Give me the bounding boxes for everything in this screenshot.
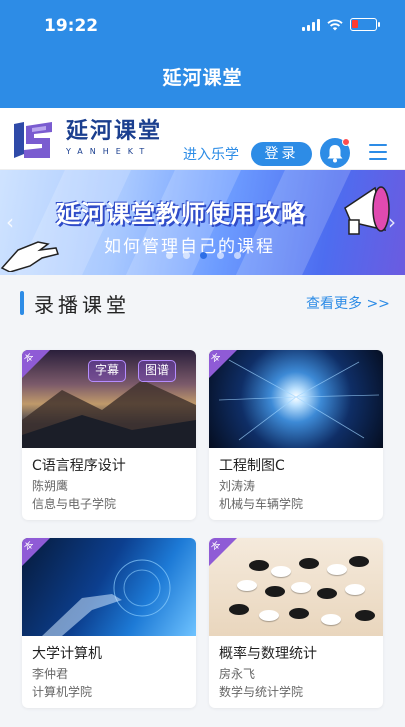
course-teacher: 刘涛涛: [219, 479, 256, 493]
recorded-courses-header: 录播课堂 查看更多 >>: [0, 275, 405, 333]
course-school: 信息与电子学院: [32, 497, 117, 511]
page-title: 延河课堂: [162, 67, 243, 89]
carousel-dot[interactable]: [166, 252, 173, 259]
course-title: 大学计算机: [32, 646, 102, 662]
site-header: 延河课堂 YANHEKT 进入乐学 登录: [0, 108, 405, 170]
logo-name-en: YANHEKT: [66, 147, 152, 156]
course-card[interactable]: 本 工程制图C 刘涛涛 机械与车辆学院: [209, 350, 383, 520]
wifi-icon: [327, 18, 343, 30]
enter-lexue-link[interactable]: 进入乐学: [183, 144, 239, 164]
nav-bar: 延河课堂: [0, 50, 405, 108]
course-teacher: 李仲君: [32, 667, 69, 681]
course-title: C语言程序设计: [32, 458, 126, 474]
section-title: 录播课堂: [34, 293, 130, 317]
status-time: 19:22: [44, 16, 99, 36]
menu-icon[interactable]: [369, 144, 387, 160]
course-card[interactable]: 本 大学计算机 李仲君 计算机学院: [22, 538, 196, 708]
logo-name-cn: 延河课堂: [66, 119, 163, 144]
carousel-dot[interactable]: [183, 252, 190, 259]
course-title: 工程制图C: [219, 458, 285, 474]
login-button[interactable]: 登录: [251, 142, 312, 166]
course-title: 概率与数理统计: [219, 646, 317, 662]
course-teacher: 陈朔鹰: [32, 479, 69, 493]
banner-next-icon[interactable]: ›: [388, 210, 396, 234]
banner-prev-icon[interactable]: ‹: [6, 210, 14, 234]
carousel-dot-active[interactable]: [200, 252, 207, 259]
graph-tag: 图谱: [138, 360, 177, 382]
carousel-dot[interactable]: [234, 252, 241, 259]
view-more-link[interactable]: 查看更多 >>: [306, 293, 390, 313]
course-school: 数学与统计学院: [219, 685, 304, 699]
pointing-hand-icon: [0, 241, 59, 272]
notification-button[interactable]: [320, 138, 350, 168]
status-bar: 19:22: [0, 0, 405, 50]
course-school: 机械与车辆学院: [219, 497, 304, 511]
status-icons: [302, 18, 380, 31]
course-thumbnail: 本 字幕 图谱: [22, 350, 196, 448]
logo-text: 延河课堂 YANHEKT: [66, 119, 163, 157]
banner-title: 延河课堂教师使用攻略: [56, 200, 306, 228]
carousel-dots[interactable]: [166, 252, 241, 259]
section-accent-bar: [20, 291, 24, 315]
course-card[interactable]: 本 字幕 图谱 C语言程序设计 陈朔鹰 信息与电子学院: [22, 350, 196, 520]
course-card[interactable]: 本 概率与数理统计 房永飞 数学与统计学院: [209, 538, 383, 708]
carousel-dot[interactable]: [217, 252, 224, 259]
course-teacher: 房永飞: [219, 667, 256, 681]
notification-badge: [342, 138, 350, 146]
course-school: 计算机学院: [32, 685, 93, 699]
subtitle-tag: 字幕: [88, 360, 127, 382]
cellular-signal-icon: [302, 18, 320, 31]
banner-carousel[interactable]: ‹ › 延河课堂教师使用攻略 如何管理自己的课程: [0, 170, 405, 275]
yanhekt-logo-icon[interactable]: [12, 120, 54, 160]
course-thumbnail: 本: [22, 538, 196, 636]
course-thumbnail: 本: [209, 350, 383, 448]
course-thumbnail: 本: [209, 538, 383, 636]
battery-icon: [350, 18, 380, 31]
